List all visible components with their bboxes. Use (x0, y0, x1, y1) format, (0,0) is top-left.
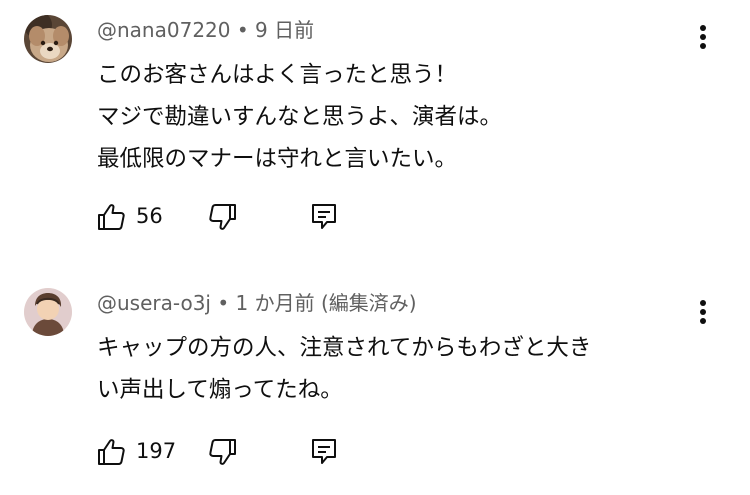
comment-meta: @nana07220 • 9 日前 (97, 17, 314, 43)
thumbs-down-icon (209, 204, 236, 230)
meta-separator: • (217, 291, 230, 315)
thumbs-up-icon (98, 204, 125, 230)
avatar[interactable] (24, 288, 72, 336)
thumbs-up-icon (98, 439, 125, 465)
reply-icon (312, 204, 336, 229)
comment-time[interactable]: 9 日前 (255, 18, 314, 42)
like-count: 56 (136, 204, 163, 228)
avatar-dog-icon (24, 15, 72, 63)
comment-text: キャップの方の人、注意されてからもわざと大き い声出して煽ってたね。 (97, 335, 592, 403)
avatar[interactable] (24, 15, 72, 63)
reply-button[interactable] (310, 200, 340, 234)
reply-button[interactable] (310, 435, 340, 469)
comment-item: @nana07220 • 9 日前 このお客さんはよく言ったと思う！ マジで勘違… (0, 0, 750, 250)
meta-separator: • (236, 18, 249, 42)
like-count: 197 (136, 439, 177, 463)
comment-author[interactable]: @nana07220 (97, 18, 231, 42)
comment-item: @usera-o3j • 1 か月前 (編集済み) キャップの方の人、注意されて… (0, 250, 750, 495)
dislike-button[interactable] (208, 435, 240, 469)
reply-icon (312, 439, 336, 464)
dislike-button[interactable] (208, 200, 240, 234)
thumbs-down-icon (209, 439, 236, 465)
edited-label: (編集済み) (320, 291, 417, 315)
comment-author[interactable]: @usera-o3j (97, 291, 211, 315)
comment-meta: @usera-o3j • 1 か月前 (編集済み) (97, 290, 417, 316)
comment-text: このお客さんはよく言ったと思う！ マジで勘違いすんなと思うよ、演者は。 最低限の… (97, 62, 503, 172)
like-button[interactable]: 56 (96, 200, 168, 234)
like-button[interactable]: 197 (96, 435, 180, 469)
comment-time[interactable]: 1 か月前 (236, 291, 315, 315)
avatar-person-icon (24, 288, 72, 336)
